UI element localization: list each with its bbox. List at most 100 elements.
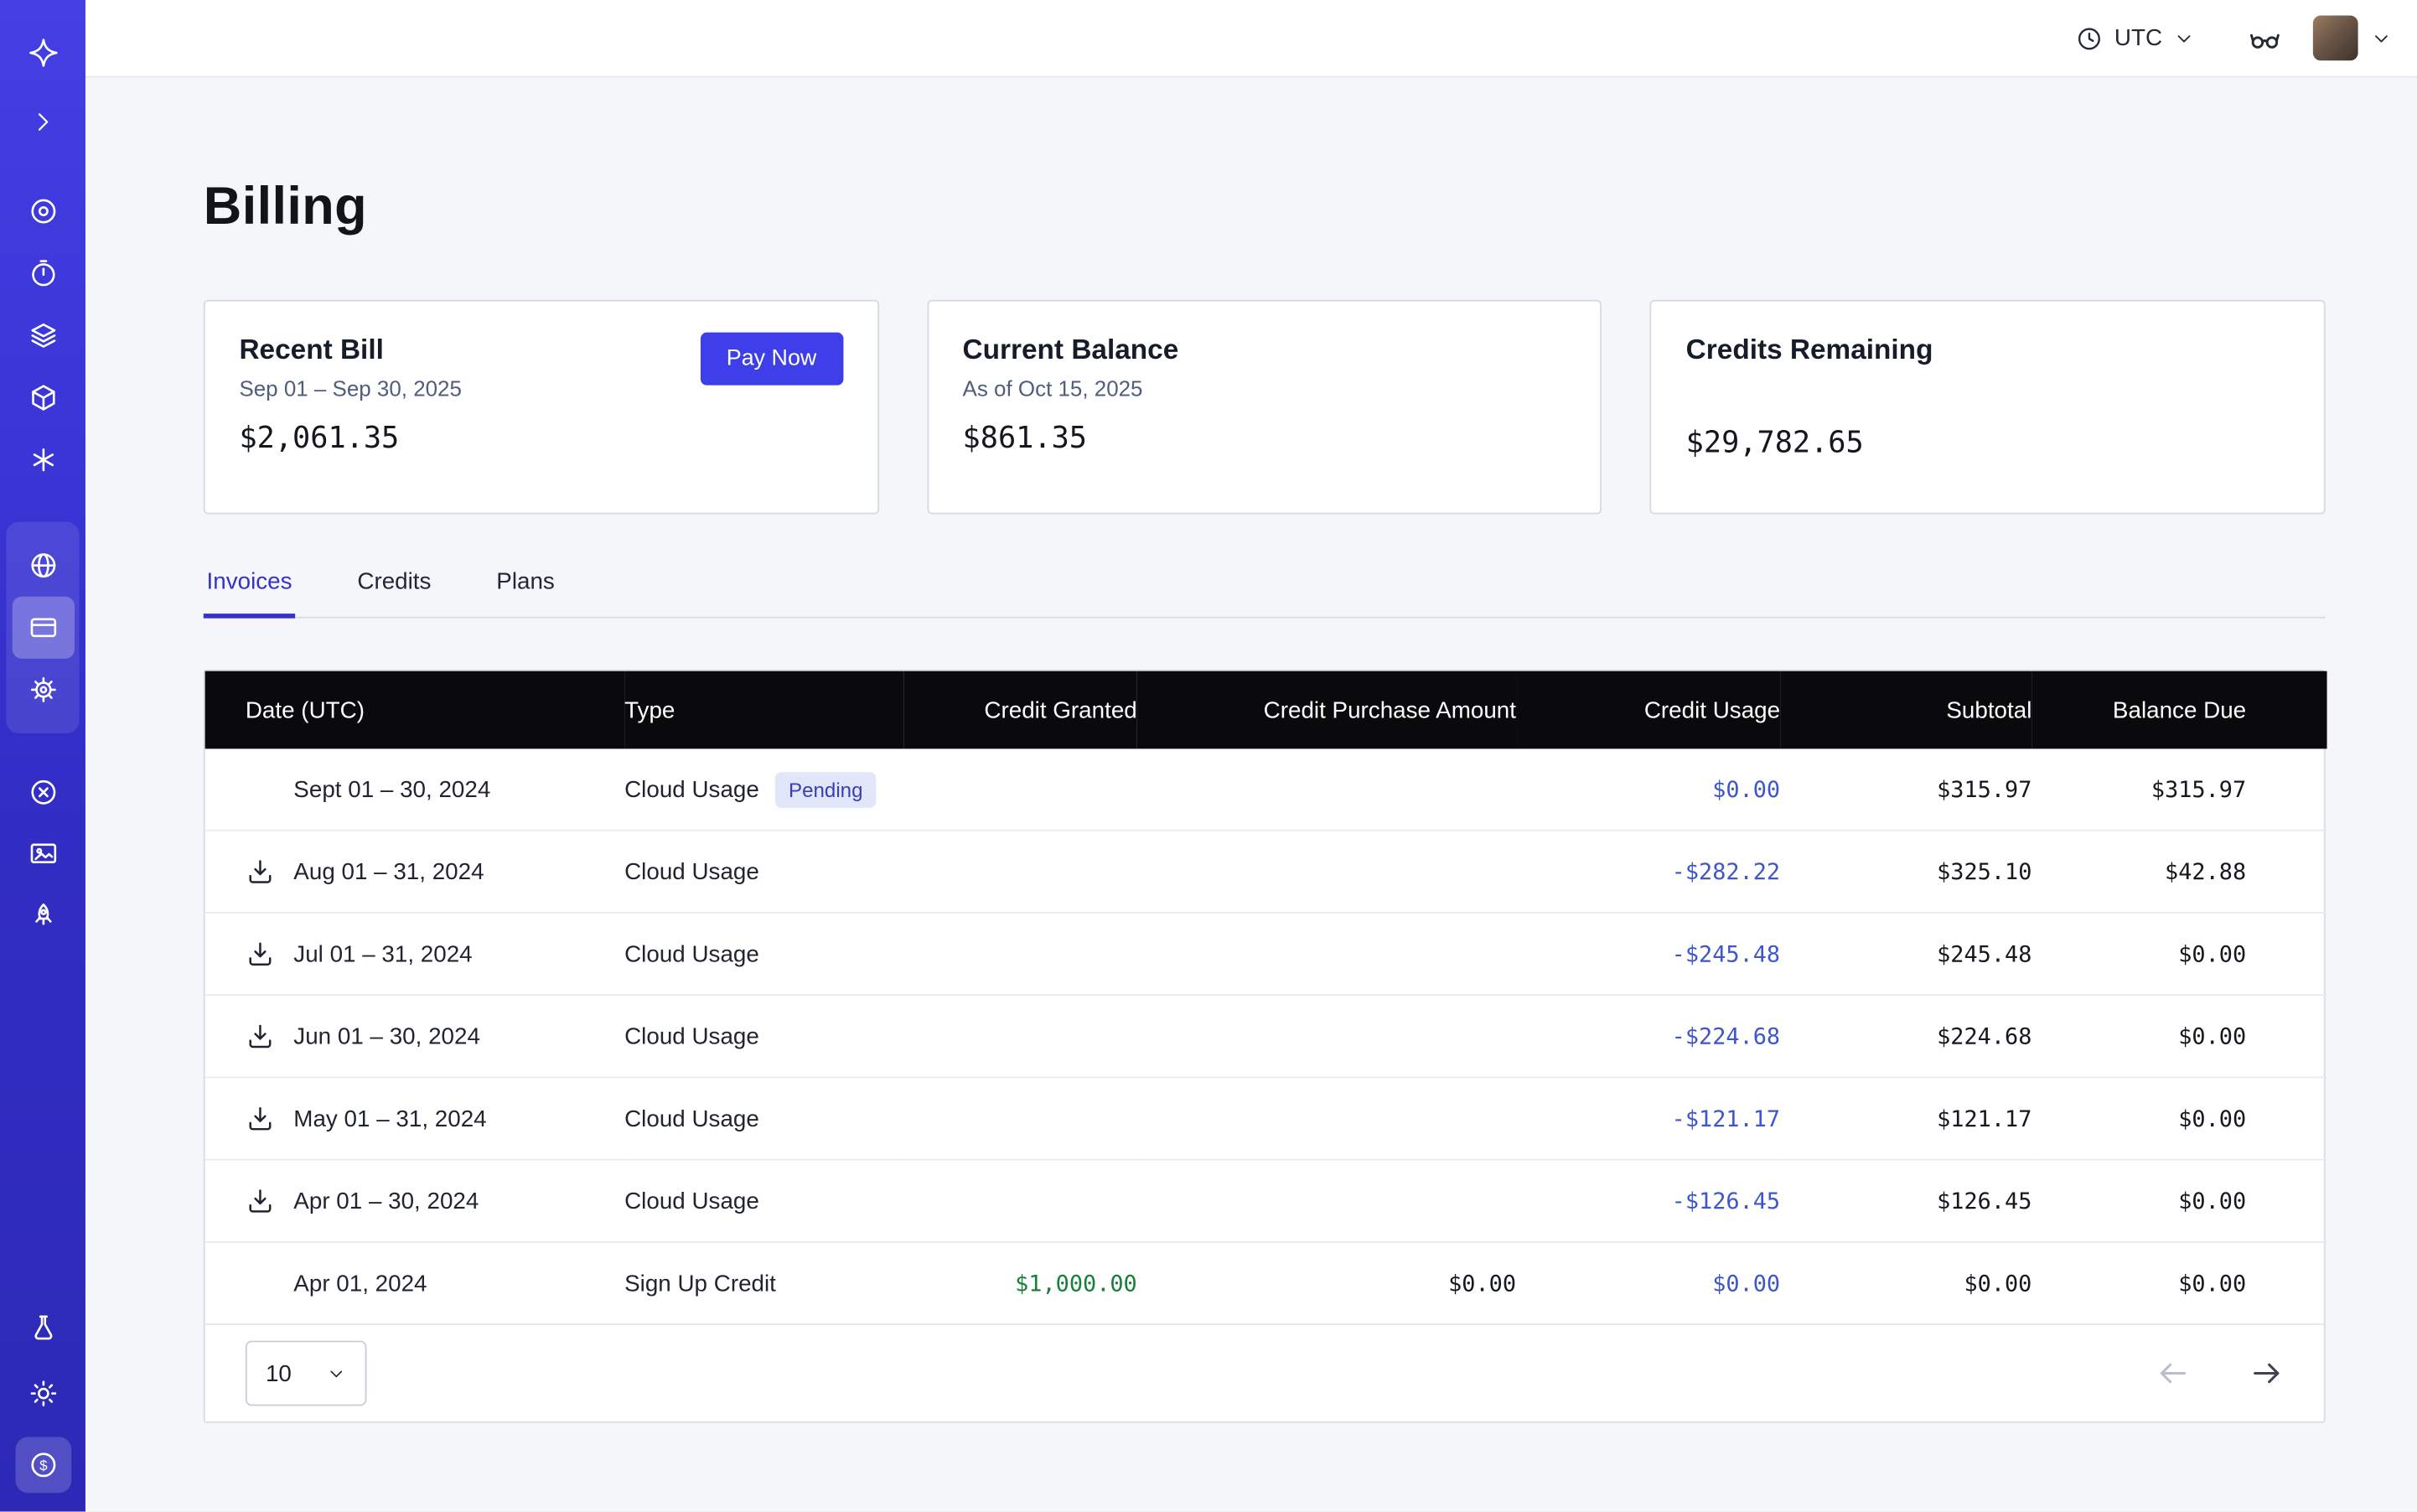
credit-purchase-value: $0.00 <box>1448 1271 1516 1297</box>
page-title: Billing <box>204 177 2326 237</box>
balance-due-value: $0.00 <box>2178 1271 2246 1297</box>
sidebar-item-billing[interactable] <box>12 597 74 659</box>
cube-icon <box>27 382 58 413</box>
download-invoice-icon[interactable] <box>246 1022 275 1051</box>
sidebar-item-deployments[interactable] <box>12 885 74 947</box>
timezone-selector[interactable]: UTC <box>2076 24 2195 52</box>
invoices-table: Date (UTC) Type Credit Granted Credit Pu… <box>204 670 2326 1423</box>
app-window: $ UTC Billing Recent Bill Sep 01 – Sep 3… <box>0 0 2417 1511</box>
invoice-date: Apr 01, 2024 <box>293 1270 427 1297</box>
glasses-icon <box>2248 21 2282 55</box>
credit-usage-value: -$126.45 <box>1672 1189 1780 1214</box>
previous-page-button[interactable] <box>2156 1356 2191 1390</box>
invoice-type: Cloud Usage <box>624 1023 759 1050</box>
topbar: UTC <box>85 0 2417 78</box>
credit-usage-value: -$282.22 <box>1672 860 1780 885</box>
sidebar-item-console[interactable] <box>12 823 74 885</box>
target-icon <box>27 196 58 227</box>
recent-bill-amount: $2,061.35 <box>239 421 842 455</box>
status-badge: Pending <box>774 771 877 807</box>
current-balance-title: Current Balance <box>963 334 1566 367</box>
sidebar-item-network[interactable] <box>12 535 74 597</box>
balance-due-value: $0.00 <box>2178 1107 2246 1132</box>
invoice-type: Cloud Usage <box>624 940 759 967</box>
next-page-button[interactable] <box>2249 1356 2284 1390</box>
current-balance-as-of: As of Oct 15, 2025 <box>963 376 1566 401</box>
credits-remaining-card: Credits Remaining $29,782.65 <box>1650 300 2326 515</box>
sidebar-item-timer[interactable] <box>12 242 74 304</box>
avatar[interactable] <box>2313 16 2358 61</box>
table-row: May 01 – 31, 2024 Cloud Usage -$121.17 $… <box>205 1077 2327 1159</box>
invoice-type: Cloud Usage <box>624 1188 759 1214</box>
balance-due-value: $0.00 <box>2178 942 2246 967</box>
tab-credits[interactable]: Credits <box>355 555 434 619</box>
sidebar-item-settings[interactable] <box>12 659 74 721</box>
pay-now-button[interactable]: Pay Now <box>700 333 843 386</box>
download-invoice-icon[interactable] <box>246 857 275 886</box>
credit-usage-value: -$224.68 <box>1672 1024 1780 1049</box>
invoice-type: Cloud Usage <box>624 858 759 885</box>
balance-due-value: $315.97 <box>2151 778 2246 803</box>
tab-invoices[interactable]: Invoices <box>204 555 295 619</box>
sidebar-item-credits[interactable]: $ <box>15 1437 71 1493</box>
subtotal-value: $245.48 <box>1937 942 2031 967</box>
subtotal-value: $126.45 <box>1937 1189 2031 1214</box>
billing-tabs: Invoices Credits Plans <box>204 555 2326 619</box>
sidebar-item-cube[interactable] <box>12 366 74 428</box>
table-row: Aug 01 – 31, 2024 Cloud Usage -$282.22 $… <box>205 831 2327 913</box>
download-invoice-icon[interactable] <box>246 939 275 968</box>
page-size-value: 10 <box>266 1360 292 1387</box>
table-row: Apr 01, 2024 Sign Up Credit $1,000.00 $0… <box>205 1242 2327 1323</box>
header-subtotal: Subtotal <box>1780 671 2031 749</box>
credit-usage-value: -$245.48 <box>1672 942 1780 967</box>
chevron-down-icon <box>326 1363 346 1383</box>
invoice-type: Cloud Usage <box>624 1106 759 1132</box>
recent-bill-card: Recent Bill Sep 01 – Sep 30, 2025 $2,061… <box>204 300 879 515</box>
account-menu-chevron-icon[interactable] <box>2370 27 2392 49</box>
invoice-table-header: Date (UTC) Type Credit Granted Credit Pu… <box>205 671 2327 749</box>
billing-summary-cards: Recent Bill Sep 01 – Sep 30, 2025 $2,061… <box>204 300 2326 515</box>
download-invoice-icon[interactable] <box>246 1104 275 1133</box>
subtotal-value: $0.00 <box>1964 1271 2031 1297</box>
sidebar-logo[interactable] <box>12 22 74 84</box>
invoice-date: May 01 – 31, 2024 <box>293 1106 486 1132</box>
invoice-date: Jul 01 – 31, 2024 <box>293 940 472 967</box>
sidebar-item-layers[interactable] <box>12 304 74 366</box>
layers-icon <box>27 320 58 351</box>
svg-text:$: $ <box>39 1458 47 1473</box>
sidebar: $ <box>0 0 85 1511</box>
sidebar-item-target[interactable] <box>12 180 74 242</box>
sidebar-item-terminate[interactable] <box>12 761 74 823</box>
sidebar-item-theme[interactable] <box>12 1363 74 1425</box>
credit-granted-value: $1,000.00 <box>1015 1271 1137 1297</box>
credit-usage-value: $0.00 <box>1712 778 1780 803</box>
gear-icon <box>27 674 58 705</box>
flask-icon <box>27 1313 58 1344</box>
balance-due-value: $42.88 <box>2165 860 2246 885</box>
billing-card-icon <box>27 612 58 643</box>
timezone-label: UTC <box>2114 25 2162 52</box>
sidebar-collapse-button[interactable] <box>12 91 74 153</box>
download-invoice-icon[interactable] <box>246 1186 275 1215</box>
subtotal-value: $121.17 <box>1937 1107 2031 1132</box>
pagination <box>2156 1356 2284 1390</box>
table-row: Jul 01 – 31, 2024 Cloud Usage -$245.48 $… <box>205 913 2327 995</box>
tab-plans[interactable]: Plans <box>494 555 558 619</box>
balance-due-value: $0.00 <box>2178 1189 2246 1214</box>
table-row: Apr 01 – 30, 2024 Cloud Usage -$126.45 $… <box>205 1160 2327 1242</box>
timer-icon <box>27 258 58 289</box>
circle-x-icon <box>27 777 58 808</box>
table-row: Sept 01 – 30, 2024 Cloud Usage Pending $… <box>205 748 2327 830</box>
invoice-table-body: Sept 01 – 30, 2024 Cloud Usage Pending $… <box>205 748 2327 1323</box>
current-balance-card: Current Balance As of Oct 15, 2025 $861.… <box>927 300 1602 515</box>
logo-icon <box>27 37 58 68</box>
page-size-select[interactable]: 10 <box>246 1341 367 1406</box>
table-row: Jun 01 – 30, 2024 Cloud Usage -$224.68 $… <box>205 995 2327 1077</box>
clock-icon <box>2076 24 2104 52</box>
dollar-icon: $ <box>27 1449 58 1480</box>
sidebar-item-asterisk[interactable] <box>12 429 74 491</box>
header-credit-usage: Credit Usage <box>1516 671 1780 749</box>
glasses-button[interactable] <box>2248 21 2282 55</box>
chevron-down-icon <box>2173 27 2195 49</box>
sidebar-item-labs[interactable] <box>12 1297 74 1359</box>
